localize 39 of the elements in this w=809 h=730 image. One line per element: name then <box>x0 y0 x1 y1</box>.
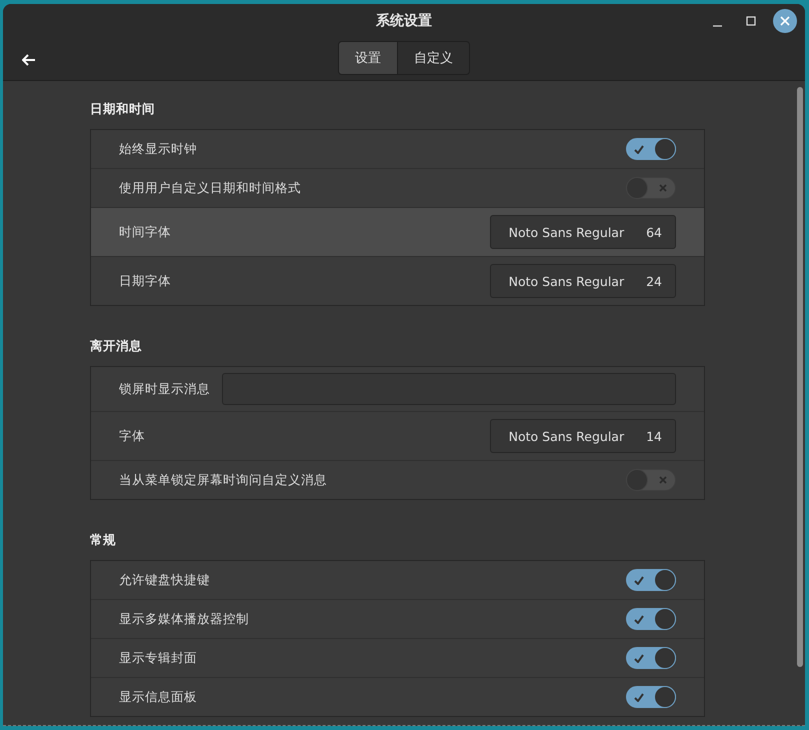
setting-label: 允许键盘快捷键 <box>119 572 210 588</box>
font-button[interactable]: Noto Sans Regular 64 <box>490 215 676 249</box>
check-icon <box>634 576 644 585</box>
check-icon <box>634 145 644 154</box>
tab[interactable]: 设置 <box>339 42 398 74</box>
toggle-switch[interactable] <box>626 686 676 708</box>
close-icon <box>780 16 790 26</box>
toggle-switch[interactable] <box>626 138 676 160</box>
window-title: 系统设置 <box>376 12 432 30</box>
toggle-switch[interactable] <box>626 469 676 491</box>
setting-label: 显示专辑封面 <box>119 650 197 666</box>
check-icon <box>634 693 644 702</box>
cross-icon <box>659 184 667 192</box>
setting-label: 当从菜单锁定屏幕时询问自定义消息 <box>119 472 327 488</box>
setting-label: 显示信息面板 <box>119 688 197 706</box>
toggle-switch[interactable] <box>626 177 676 199</box>
check-icon <box>634 654 644 663</box>
setting-label: 锁屏时显示消息 <box>119 380 210 398</box>
font-button[interactable]: Noto Sans Regular 14 <box>490 419 676 453</box>
check-icon <box>634 615 644 624</box>
setting-label: 使用用户自定义日期和时间格式 <box>119 180 301 196</box>
toggle-switch[interactable] <box>626 569 676 591</box>
cross-icon <box>659 476 667 484</box>
toggle-switch[interactable] <box>626 608 676 630</box>
font-button[interactable]: Noto Sans Regular 24 <box>490 264 676 298</box>
setting-label: 字体 <box>119 428 145 444</box>
close-button[interactable] <box>773 9 797 33</box>
minimize-icon <box>712 25 722 27</box>
section-heading: 常规 <box>90 532 117 549</box>
section-heading: 日期和时间 <box>90 101 156 118</box>
scrollbar[interactable] <box>797 87 803 667</box>
maximize-icon <box>746 16 756 26</box>
toggle-switch[interactable] <box>626 647 676 669</box>
setting-label: 显示多媒体播放器控制 <box>119 610 249 628</box>
back-arrow-icon <box>22 54 36 66</box>
setting-label: 日期字体 <box>119 272 171 290</box>
section-heading: 离开消息 <box>90 338 143 355</box>
setting-label: 始终显示时钟 <box>119 140 197 158</box>
setting-label: 时间字体 <box>119 224 171 240</box>
